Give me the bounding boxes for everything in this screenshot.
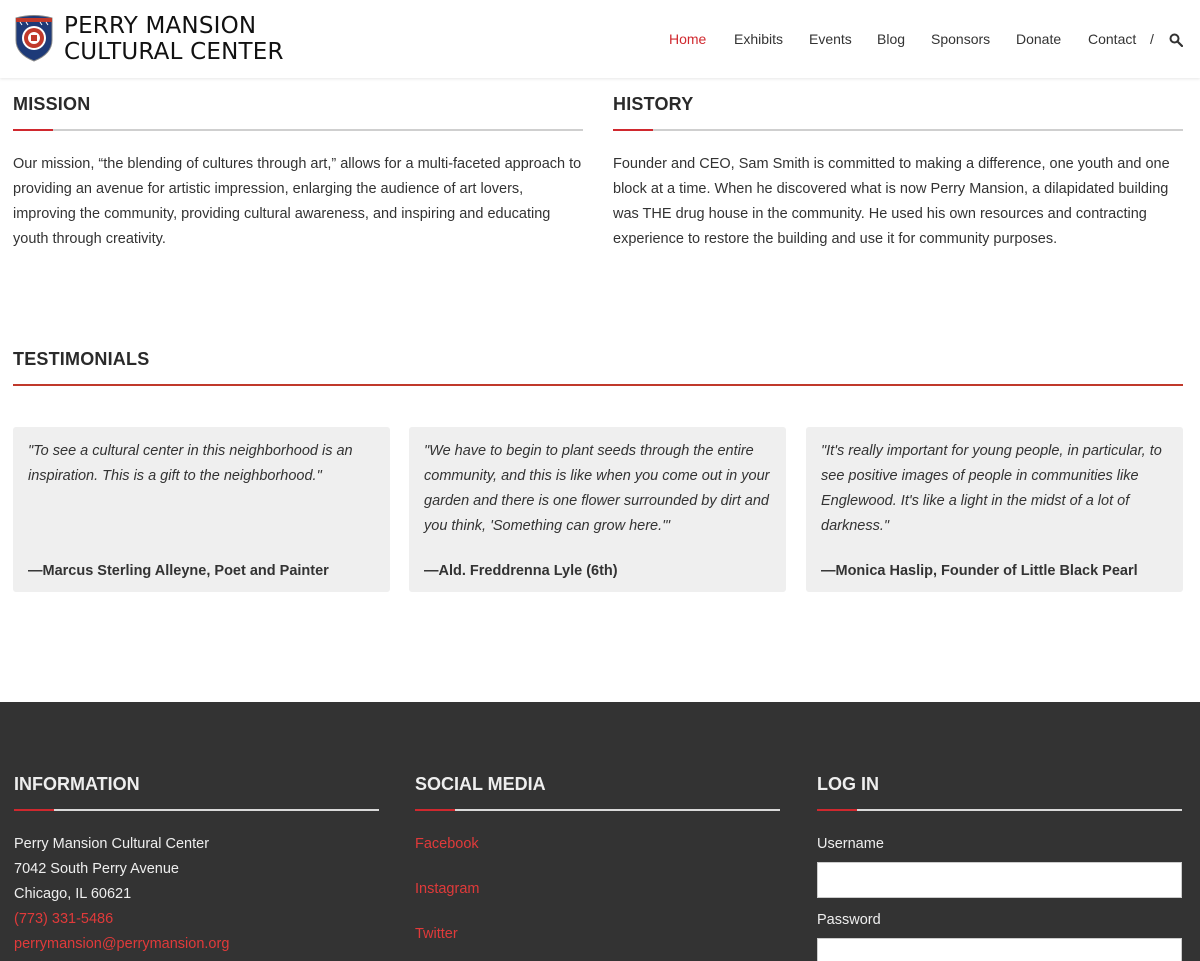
footer-login-title: LOG IN (817, 774, 879, 794)
instagram-link[interactable]: Instagram (415, 881, 479, 897)
footer-login-divider (817, 809, 1182, 811)
testimonial-quote: "It's really important for young people,… (821, 443, 1162, 534)
facebook-link[interactable]: Facebook (415, 836, 479, 852)
footer-org-name: Perry Mansion Cultural Center (14, 836, 210, 852)
site-header: PERRY MANSION CULTURAL CENTER Home Exhib… (0, 0, 1200, 78)
testimonial-card: "We have to begin to plant seeds through… (409, 427, 786, 592)
footer-phone-link[interactable]: (773) 331-5486 (14, 911, 113, 927)
nav-home[interactable]: Home (669, 31, 706, 47)
history-divider (613, 129, 1183, 131)
nav-donate[interactable]: Donate (1016, 31, 1061, 47)
nav-blog[interactable]: Blog (877, 31, 905, 47)
footer-information-title: INFORMATION (14, 774, 140, 794)
testimonial-quote: "To see a cultural center in this neighb… (28, 443, 353, 484)
testimonials-title: TESTIMONIALS (13, 349, 150, 369)
footer-information-divider (14, 809, 379, 811)
mission-title: MISSION (13, 94, 91, 114)
history-text: Founder and CEO, Sam Smith is committed … (613, 156, 1170, 247)
testimonial-card: "It's really important for young people,… (806, 427, 1183, 592)
footer-social-title: SOCIAL MEDIA (415, 774, 546, 794)
mission-divider (13, 129, 583, 131)
testimonial-quote: "We have to begin to plant seeds through… (424, 443, 770, 534)
testimonials-divider (13, 384, 1183, 386)
password-label: Password (817, 912, 881, 928)
twitter-link[interactable]: Twitter (415, 926, 458, 942)
nav-contact[interactable]: Contact (1088, 31, 1136, 47)
footer-street: 7042 South Perry Avenue (14, 861, 179, 877)
username-field[interactable] (817, 862, 1182, 898)
footer-email-link[interactable]: perrymansion@perrymansion.org (14, 936, 229, 952)
password-field[interactable] (817, 938, 1182, 961)
testimonial-author: —Monica Haslip, Founder of Little Black … (821, 563, 1138, 579)
site-footer: INFORMATION Perry Mansion Cultural Cente… (0, 702, 1200, 961)
testimonial-author: —Ald. Freddrenna Lyle (6th) (424, 563, 618, 579)
testimonial-author: —Marcus Sterling Alleyne, Poet and Paint… (28, 563, 329, 579)
nav-events[interactable]: Events (809, 31, 852, 47)
nav-exhibits[interactable]: Exhibits (734, 31, 783, 47)
main-nav: Home Exhibits Events Blog Sponsors Donat… (0, 31, 1200, 49)
username-label: Username (817, 836, 884, 852)
nav-sponsors[interactable]: Sponsors (931, 31, 990, 47)
footer-social-divider (415, 809, 780, 811)
history-title: HISTORY (613, 94, 694, 114)
testimonial-card: "To see a cultural center in this neighb… (13, 427, 390, 592)
search-icon[interactable] (1169, 33, 1183, 47)
footer-city: Chicago, IL 60621 (14, 886, 132, 902)
mission-text: Our mission, “the blending of cultures t… (13, 156, 582, 247)
nav-separator: / (1150, 31, 1154, 47)
